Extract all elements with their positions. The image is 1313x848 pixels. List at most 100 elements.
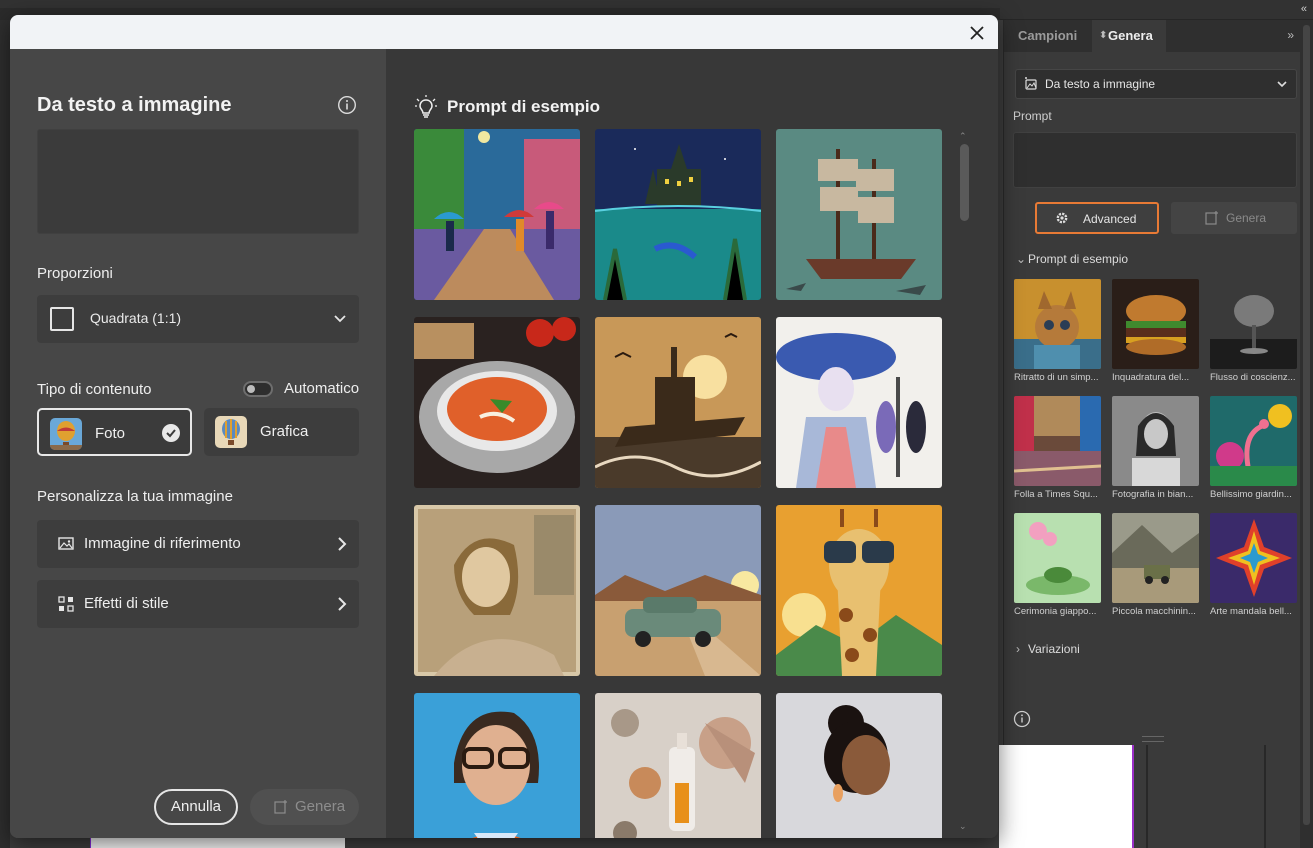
reference-image-button[interactable]: Immagine di riferimento	[37, 520, 359, 568]
example-thumb-bw-portrait[interactable]	[1112, 396, 1199, 486]
thumb-caption: Cerimonia giappo...	[1014, 606, 1097, 617]
content-type-label: Tipo di contenuto	[37, 381, 152, 398]
thumb-caption: Inquadratura del...	[1112, 372, 1190, 383]
auto-toggle[interactable]	[243, 381, 273, 397]
content-type-photo[interactable]: Foto	[37, 408, 192, 456]
close-button[interactable]	[966, 22, 988, 44]
prompt-label: Prompt	[1013, 109, 1052, 123]
example-tile-battleship[interactable]	[595, 317, 761, 488]
example-thumb-brain[interactable]	[1210, 279, 1297, 369]
reference-image-label: Immagine di riferimento	[84, 535, 241, 552]
collapse-panels-icon[interactable]: «	[1301, 3, 1307, 15]
dialog-header	[10, 15, 998, 49]
example-tile-vintage-car[interactable]	[595, 505, 761, 676]
example-tile-rainy-street[interactable]	[414, 129, 580, 300]
panel-menu-icon[interactable]: »	[1287, 28, 1294, 42]
generate-button[interactable]: Genera	[250, 789, 359, 825]
example-thumb-flamingo[interactable]	[1210, 396, 1297, 486]
panel-generate-button[interactable]: Genera	[1171, 202, 1297, 234]
reference-image-icon	[58, 537, 74, 550]
content-type-graphic-label: Grafica	[260, 423, 309, 440]
example-tile-earring-woman[interactable]	[776, 693, 942, 838]
chevron-down-icon	[1277, 81, 1287, 88]
balloon-graphic-icon	[215, 416, 247, 448]
example-tile-cartoon-woman[interactable]	[414, 693, 580, 838]
text-to-image-icon	[1025, 77, 1037, 90]
example-thumb-times-square[interactable]	[1014, 396, 1101, 486]
scrollbar-thumb[interactable]	[960, 144, 969, 221]
style-effects-label: Effetti di stile	[84, 595, 169, 612]
scroll-up-icon[interactable]: ⌃	[959, 131, 967, 142]
content-type-graphic[interactable]: Grafica	[204, 408, 359, 456]
info-icon[interactable]	[337, 95, 357, 115]
examples-pane: Prompt di esempio ⌃ ⌄	[386, 49, 998, 838]
example-thumb-kitten[interactable]	[1014, 279, 1101, 369]
example-thumb-tea[interactable]	[1014, 513, 1101, 603]
style-effects-icon	[58, 596, 74, 612]
settings-pane: Da testo a immagine Proporzioni Quadrata…	[10, 49, 386, 838]
tab-campioni[interactable]: Campioni	[1018, 20, 1088, 52]
proportions-label: Proporzioni	[37, 265, 113, 282]
aspect-ratio-value: Quadrata (1:1)	[90, 310, 182, 326]
thumb-caption: Folla a Times Squ...	[1014, 489, 1098, 500]
thumb-caption: Bellissimo giardin...	[1210, 489, 1292, 500]
customize-label: Personalizza la tua immagine	[37, 488, 233, 505]
artboard	[90, 838, 345, 848]
thumb-caption: Fotografia in bian...	[1112, 489, 1194, 500]
balloon-photo-icon	[50, 418, 82, 450]
close-icon	[970, 26, 984, 40]
example-tile-watercolor-woman[interactable]	[776, 317, 942, 488]
mode-select[interactable]: Da testo a immagine	[1015, 69, 1297, 99]
example-tile-sepia-portrait[interactable]	[414, 505, 580, 676]
example-thumb-mandala[interactable]	[1210, 513, 1297, 603]
generate-icon	[1205, 211, 1218, 225]
variations-section-toggle[interactable]: › Variazioni	[1016, 642, 1080, 656]
variations-label: Variazioni	[1028, 642, 1080, 656]
example-thumb-burger[interactable]	[1112, 279, 1199, 369]
square-ratio-icon	[50, 307, 74, 331]
example-tile-soup[interactable]	[414, 317, 580, 488]
style-effects-button[interactable]: Effetti di stile	[37, 580, 359, 628]
app-vertical-scrollbar[interactable]	[1300, 20, 1313, 848]
generate-icon	[274, 800, 287, 814]
examples-title: Prompt di esempio	[447, 97, 601, 116]
aspect-ratio-select[interactable]: Quadrata (1:1)	[37, 295, 359, 343]
example-thumb-toy-car[interactable]	[1112, 513, 1199, 603]
chevron-right-icon	[338, 537, 347, 551]
artboard-right	[999, 745, 1134, 848]
example-tile-giraffe[interactable]	[776, 505, 942, 676]
generate-side-panel: Campioni ⬍ Genera » Da testo a immagine …	[1003, 20, 1300, 745]
tab-genera-label: Genera	[1108, 28, 1153, 43]
dialog-title: Da testo a immagine	[37, 94, 232, 116]
canvas-gutter	[1134, 745, 1313, 848]
chevron-right-icon: ›	[1016, 642, 1020, 656]
examples-label: Prompt di esempio	[1028, 252, 1129, 266]
tab-genera[interactable]: ⬍ Genera	[1092, 20, 1166, 52]
toolbar-edge	[0, 20, 10, 848]
cancel-button[interactable]: Annulla	[154, 789, 238, 825]
gear-icon	[1056, 212, 1068, 224]
example-tile-sunken-ship[interactable]	[776, 129, 942, 300]
example-tile-castle-mermaid[interactable]	[595, 129, 761, 300]
thumb-caption: Arte mandala bell...	[1210, 606, 1292, 617]
generate-label: Genera	[295, 798, 346, 815]
info-icon[interactable]	[1013, 710, 1031, 728]
thumb-caption: Ritratto di un simp...	[1014, 372, 1099, 383]
text-to-image-dialog: Da testo a immagine Proporzioni Quadrata…	[10, 15, 998, 838]
auto-toggle-label: Automatico	[284, 380, 360, 397]
thumb-caption: Piccola macchinin...	[1112, 606, 1196, 617]
scroll-down-icon[interactable]: ⌄	[959, 821, 967, 832]
gallery-scrollbar[interactable]: ⌃ ⌄	[958, 131, 970, 834]
chevron-down-icon	[334, 315, 346, 323]
advanced-button[interactable]: Advanced	[1035, 202, 1159, 234]
prompt-input[interactable]	[37, 129, 359, 234]
chevron-right-icon	[338, 597, 347, 611]
tab-drag-icon: ⬍	[1099, 30, 1108, 41]
example-tile-seashells[interactable]	[595, 693, 761, 838]
chevron-down-icon: ⌄	[1016, 252, 1027, 266]
thumb-caption: Flusso di coscienz...	[1210, 372, 1296, 383]
advanced-label: Advanced	[1083, 212, 1137, 226]
panel-resize-handle[interactable]	[1142, 736, 1164, 742]
panel-prompt-input[interactable]	[1013, 132, 1297, 188]
examples-section-toggle[interactable]: ⌄ Prompt di esempio	[1016, 252, 1128, 266]
